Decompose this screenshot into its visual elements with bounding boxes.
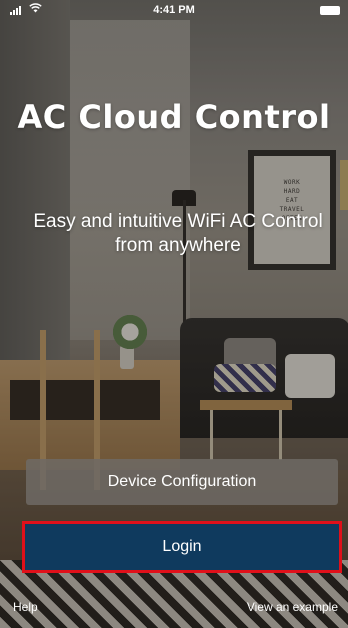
device-configuration-button[interactable]: Device Configuration [26, 459, 338, 505]
battery-icon [320, 6, 340, 15]
login-screen: WORK HARD EAT TRAVEL OFTEN 4:41 PM AC Cl… [0, 0, 348, 628]
app-title: AC Cloud Control [17, 98, 331, 136]
status-time: 4:41 PM [153, 4, 195, 16]
login-button[interactable]: Login [22, 521, 342, 573]
view-example-link[interactable]: View an example [247, 600, 338, 614]
status-bar: 4:41 PM [0, 0, 348, 22]
help-link[interactable]: Help [13, 600, 38, 614]
app-subtitle: Easy and intuitive WiFi AC Control from … [33, 211, 323, 256]
